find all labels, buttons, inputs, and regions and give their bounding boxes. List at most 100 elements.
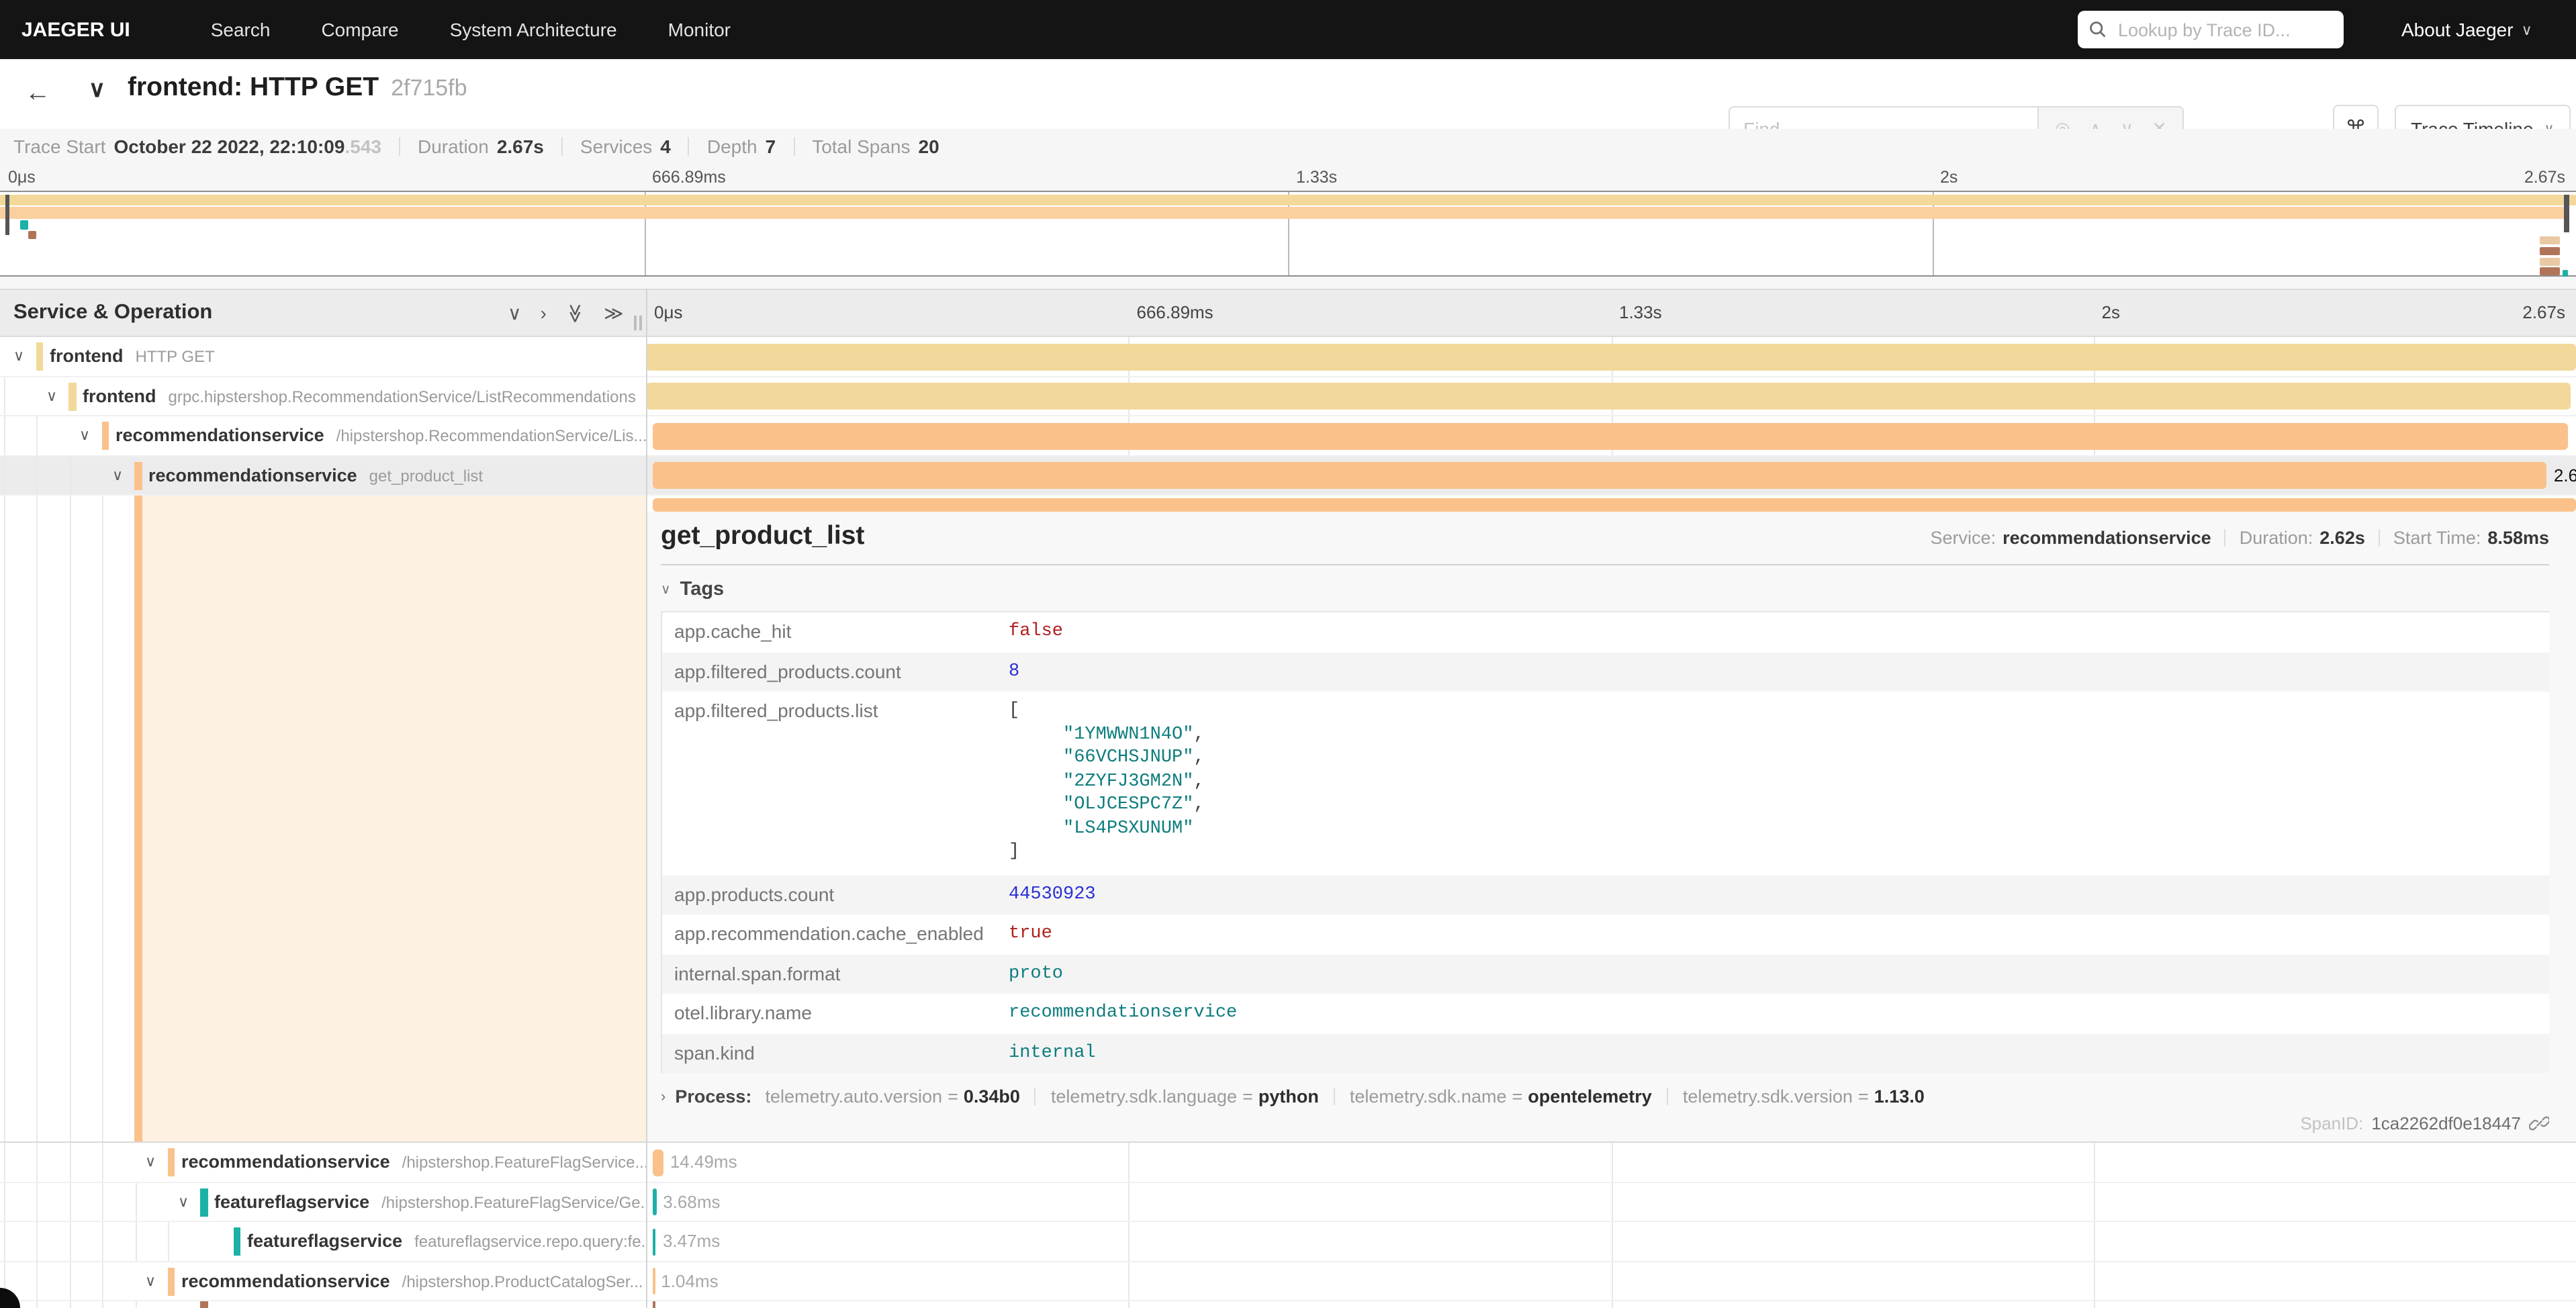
summary-value-suffix: .543 — [344, 136, 381, 157]
chevron-down-icon[interactable]: ∨ — [145, 1272, 156, 1290]
tag-value: [ "1YMWWN1N4O", "66VCHSJNUP", "2ZYFJ3GM2… — [1009, 692, 1205, 875]
span-row[interactable]: ∨frontendgrpc.hipstershop.Recommendation… — [0, 377, 2576, 416]
process-label: Process: — [675, 1086, 751, 1107]
collapse-all-icon[interactable]: ≫ — [564, 303, 587, 322]
chevron-down-icon[interactable]: ∨ — [79, 427, 90, 445]
indent-guide — [36, 1182, 38, 1221]
span-tree-cell[interactable] — [0, 1301, 646, 1307]
span-row[interactable] — [0, 1301, 2576, 1307]
timeline-tick-label: 1.33s — [1296, 168, 1337, 187]
tag-row[interactable]: app.recommendation.cache_enabledtrue — [662, 915, 2549, 954]
span-duration-label: 3.68ms — [663, 1192, 720, 1212]
nav-item-compare[interactable]: Compare — [321, 19, 398, 40]
span-duration-label: 14.49ms — [670, 1152, 737, 1172]
chevron-down-icon[interactable]: ∨ — [112, 467, 123, 484]
about-jaeger-menu[interactable]: About Jaeger ∨ — [2401, 0, 2532, 59]
tag-row[interactable]: otel.library.namerecommendationservice — [662, 994, 2549, 1033]
collapse-one-icon[interactable]: ∨ — [508, 301, 522, 324]
span-duration-bar[interactable] — [653, 422, 2568, 449]
indent-guide — [69, 1182, 71, 1221]
span-row[interactable]: ∨featureflagservice/hipstershop.FeatureF… — [0, 1182, 2576, 1222]
summary-label: Services — [580, 136, 652, 157]
column-divider[interactable] — [646, 289, 647, 1308]
minimap-left-drag-handle[interactable] — [5, 195, 9, 235]
span-timeline-cell[interactable] — [646, 416, 2576, 455]
tags-section-toggle[interactable]: ∨ Tags — [661, 579, 2549, 600]
collapse-trace-chevron-icon[interactable]: ∨ — [89, 77, 105, 103]
equals-sign: = — [948, 1086, 958, 1107]
span-row[interactable]: ∨ frontendHTTP GET — [0, 337, 2576, 377]
chevron-down-icon[interactable]: ∨ — [178, 1193, 189, 1211]
trace-lookup-input[interactable] — [2115, 18, 2333, 41]
span-tree-cell[interactable]: ∨recommendationservice/hipstershop.Produ… — [0, 1262, 646, 1300]
chevron-down-icon[interactable]: ∨ — [46, 387, 57, 405]
span-duration-label: 1.04ms — [661, 1271, 718, 1291]
tag-row[interactable]: app.filtered_products.list[ "1YMWWN1N4O"… — [662, 692, 2549, 875]
span-tree-cell[interactable]: ∨featureflagservice/hipstershop.FeatureF… — [0, 1182, 646, 1221]
span-duration-bar[interactable] — [653, 1228, 656, 1255]
back-arrow-button[interactable]: ← — [19, 75, 56, 113]
minimap-span-bar — [2540, 258, 2561, 266]
nav-item-search[interactable]: Search — [211, 19, 271, 40]
tag-row[interactable]: app.cache_hitfalse — [662, 612, 2549, 652]
expand-all-icon[interactable]: ≫ — [604, 301, 623, 324]
summary-label: Depth — [707, 136, 757, 157]
summary-duration: Duration2.67s — [418, 136, 544, 157]
chevron-down-icon[interactable]: ∨ — [13, 348, 24, 365]
tag-row[interactable]: app.filtered_products.count8 — [662, 652, 2549, 692]
span-duration-bar[interactable] — [653, 1301, 655, 1307]
span-service-name: frontendHTTP GET — [50, 346, 215, 367]
span-tree-cell[interactable]: ∨ frontendHTTP GET — [0, 337, 646, 375]
span-duration-bar[interactable] — [646, 343, 2576, 370]
span-duration-bar[interactable] — [653, 1149, 663, 1176]
span-row[interactable]: ∨recommendationservice/hipstershop.Featu… — [0, 1143, 2576, 1182]
nav-item-system-architecture[interactable]: System Architecture — [450, 19, 617, 40]
indent-guide — [102, 1182, 103, 1221]
minimap-span-bar — [2540, 247, 2561, 255]
chevron-down-icon[interactable]: ∨ — [145, 1154, 156, 1171]
span-row[interactable]: featureflagservicefeatureflagservice.rep… — [0, 1222, 2576, 1262]
minimap-right-drag-handle[interactable] — [2564, 195, 2569, 232]
span-color-bar — [167, 1267, 175, 1295]
span-duration-bar[interactable] — [653, 462, 2547, 489]
tag-row[interactable]: span.kindinternal — [662, 1033, 2549, 1073]
span-row[interactable]: ∨recommendationservice/hipstershop.Produ… — [0, 1262, 2576, 1301]
span-row[interactable]: ∨recommendationservice/hipstershop.Recom… — [0, 416, 2576, 456]
tags-title: Tags — [680, 579, 725, 600]
selected-span-bar[interactable] — [653, 498, 2576, 511]
column-resizer-grip[interactable] — [634, 316, 642, 330]
equals-sign: = — [1858, 1086, 1869, 1107]
span-tree-cell[interactable]: ∨recommendationservice/hipstershop.Recom… — [0, 416, 646, 455]
app-logo[interactable]: JAEGER UI — [21, 18, 130, 41]
span-timeline-cell[interactable]: 3.68ms — [646, 1182, 2576, 1221]
process-section-toggle[interactable]: › Process: telemetry.auto.version=0.34b0… — [661, 1086, 2549, 1107]
span-timeline-cell[interactable] — [646, 1301, 2576, 1307]
span-timeline-cell[interactable]: 1.04ms — [646, 1262, 2576, 1300]
minimap-canvas[interactable] — [0, 191, 2576, 277]
span-row[interactable]: ∨recommendationserviceget_product_list2.… — [0, 456, 2576, 496]
process-key: telemetry.sdk.name — [1350, 1086, 1507, 1107]
link-icon[interactable] — [2529, 1113, 2549, 1133]
span-tree-cell[interactable]: ∨frontendgrpc.hipstershop.Recommendation… — [0, 377, 646, 415]
span-duration-bar[interactable] — [653, 1188, 657, 1215]
span-timeline-cell[interactable] — [646, 337, 2576, 375]
nav-item-monitor[interactable]: Monitor — [668, 19, 731, 40]
span-timeline-cell[interactable]: 3.47ms — [646, 1222, 2576, 1260]
indent-guide — [3, 416, 5, 455]
span-tree-cell[interactable]: ∨recommendationserviceget_product_list — [0, 456, 646, 494]
span-timeline-cell[interactable] — [646, 377, 2576, 415]
summary-divider — [688, 137, 690, 156]
span-duration-bar[interactable] — [646, 383, 2570, 410]
tag-row[interactable]: app.products.count44530923 — [662, 875, 2549, 915]
span-operation-name: /hipstershop.FeatureFlagService/Ge... — [381, 1193, 646, 1212]
indent-guide — [135, 1182, 136, 1221]
span-timeline-cell[interactable]: 2.62s — [646, 456, 2576, 494]
trace-lookup-box[interactable] — [2078, 11, 2344, 48]
span-timeline-cell[interactable]: 14.49ms — [646, 1143, 2576, 1181]
tag-row[interactable]: internal.span.formatproto — [662, 954, 2549, 994]
span-tree-cell[interactable]: featureflagservicefeatureflagservice.rep… — [0, 1222, 646, 1260]
span-color-bar — [200, 1301, 208, 1307]
span-duration-bar[interactable] — [653, 1268, 655, 1295]
expand-one-icon[interactable]: › — [541, 302, 547, 324]
span-tree-cell[interactable]: ∨recommendationservice/hipstershop.Featu… — [0, 1143, 646, 1181]
